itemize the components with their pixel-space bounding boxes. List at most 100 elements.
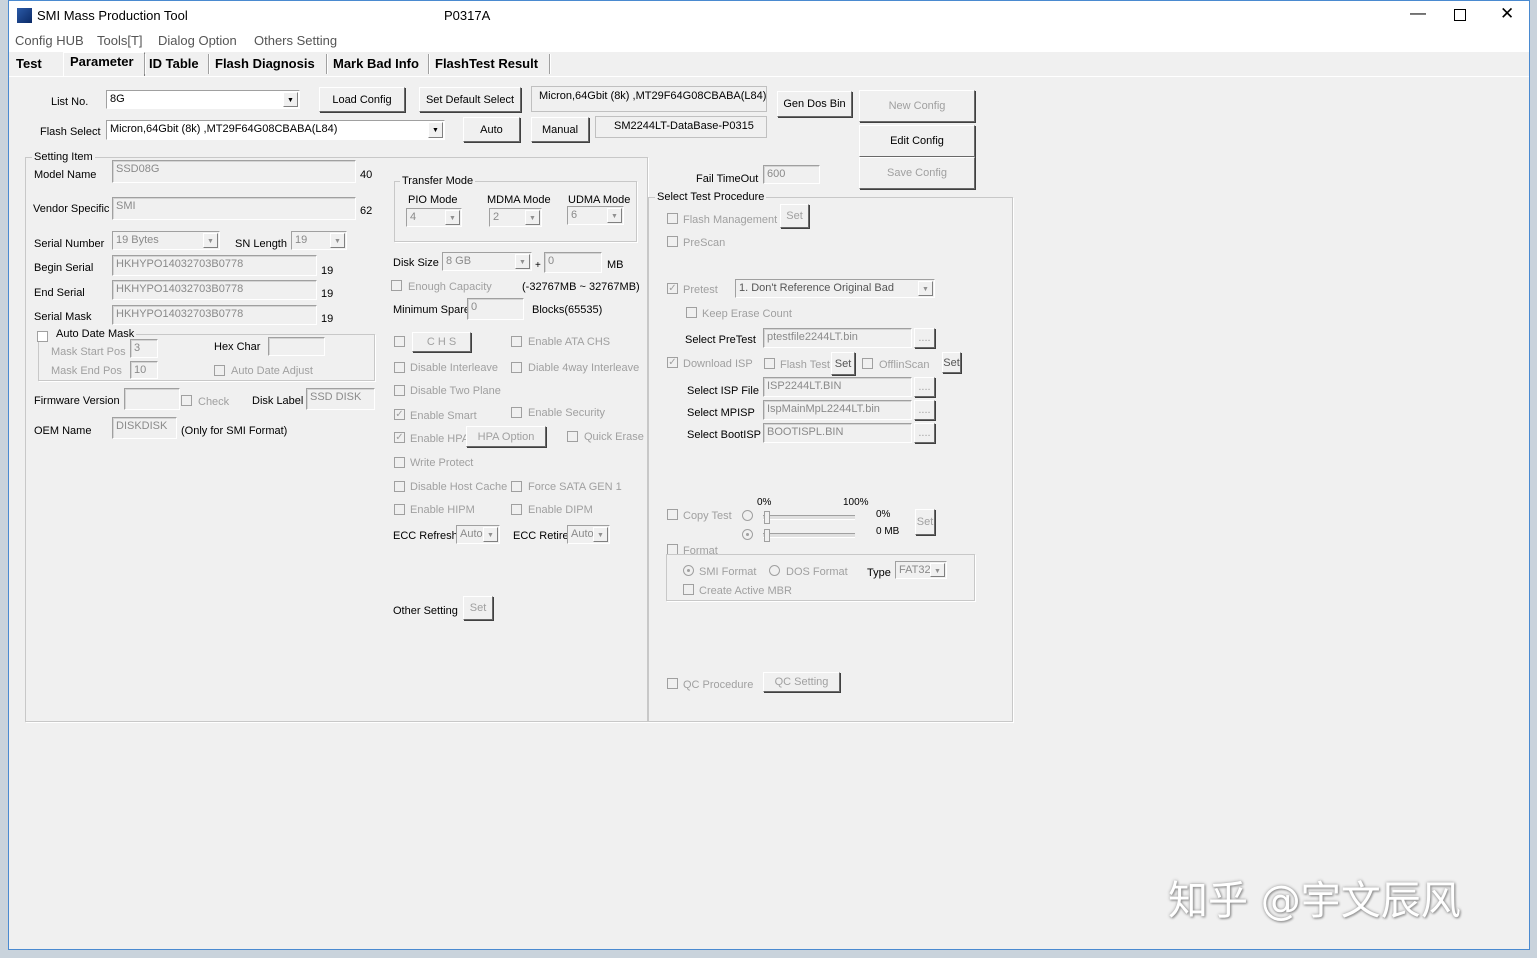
copy-test-set-button[interactable]: Set — [915, 509, 935, 535]
bootisp-input[interactable]: BOOTISPL.BIN — [763, 423, 912, 443]
offlinscan-label: OfflinScan — [879, 359, 930, 371]
copy-test-checkbox[interactable] — [667, 509, 678, 520]
hpa-option-button[interactable]: HPA Option — [466, 426, 546, 447]
new-config-button[interactable]: New Config — [859, 90, 975, 122]
disable-two-plane-checkbox[interactable] — [394, 385, 405, 396]
tab-test[interactable]: Test — [16, 56, 42, 71]
qc-procedure-checkbox[interactable] — [667, 678, 678, 689]
copy-mb-slider[interactable] — [763, 533, 855, 538]
keep-erase-count-checkbox[interactable] — [686, 307, 697, 318]
enable-security-checkbox[interactable] — [511, 407, 522, 418]
pretest-browse-button[interactable]: .... — [914, 328, 935, 348]
enable-ata-chs-checkbox[interactable] — [511, 336, 522, 347]
force-sata-checkbox[interactable] — [511, 481, 522, 492]
chs-button[interactable]: C H S — [412, 332, 471, 352]
firmware-version-input[interactable] — [124, 388, 180, 410]
isp-browse-button[interactable]: .... — [914, 377, 935, 397]
end-serial-input[interactable]: HKHYPO14032703B0778 — [112, 280, 317, 300]
edit-config-button[interactable]: Edit Config — [859, 125, 975, 157]
slider-thumb[interactable] — [764, 511, 770, 524]
flash-test-set-button[interactable]: Set — [831, 352, 855, 375]
chs-checkbox[interactable] — [394, 336, 405, 347]
mpisp-input[interactable]: IspMainMpL2244LT.bin — [763, 400, 912, 420]
quick-erase-checkbox[interactable] — [567, 431, 578, 442]
copy-mb-radio[interactable] — [742, 529, 753, 540]
vendor-specific-input[interactable]: SMI — [112, 197, 356, 220]
tab-flash-diagnosis[interactable]: Flash Diagnosis — [215, 56, 315, 71]
close-button[interactable]: ✕ — [1500, 4, 1514, 24]
flash-management-checkbox[interactable] — [667, 213, 678, 224]
minimize-button[interactable]: — — [1410, 5, 1426, 23]
ecc-retire-select[interactable]: Auto ▼ — [567, 525, 610, 544]
create-active-mbr-checkbox[interactable] — [683, 584, 694, 595]
enough-capacity-checkbox[interactable] — [391, 280, 402, 291]
menu-config-hub[interactable]: Config HUB — [15, 34, 84, 48]
flash-test-checkbox[interactable] — [764, 358, 775, 369]
minimum-spare-input[interactable]: 0 — [467, 298, 524, 320]
udma-mode-select[interactable]: 6 ▼ — [567, 206, 624, 225]
fail-timeout-input[interactable]: 600 — [763, 165, 820, 184]
mask-start-input[interactable]: 3 — [130, 339, 158, 358]
prescan-checkbox[interactable] — [667, 236, 678, 247]
tab-mark-bad-info[interactable]: Mark Bad Info — [333, 56, 419, 71]
model-name-input[interactable]: SSD08G — [112, 160, 356, 183]
tab-id-table[interactable]: ID Table — [149, 56, 199, 71]
pretest-select[interactable]: 1. Don't Reference Original Bad ▼ — [735, 279, 935, 298]
disable-host-cache-checkbox[interactable] — [394, 481, 405, 492]
auto-date-adjust-checkbox[interactable] — [214, 365, 225, 376]
check-checkbox[interactable] — [181, 395, 192, 406]
sn-length-select[interactable]: 19 ▼ — [291, 231, 347, 250]
copy-percent-slider[interactable] — [763, 515, 855, 520]
dos-format-radio[interactable] — [769, 565, 780, 576]
oem-name-input[interactable]: DISKDISK — [112, 417, 177, 439]
mask-end-input[interactable]: 10 — [130, 361, 158, 379]
set-default-select-button[interactable]: Set Default Select — [419, 87, 521, 112]
auto-button[interactable]: Auto — [463, 117, 520, 142]
tab-parameter[interactable]: Parameter — [70, 54, 134, 69]
flash-select[interactable]: Micron,64Gbit (8k) ,MT29F64G08CBABA(L84)… — [106, 120, 445, 140]
menu-others-setting[interactable]: Others Setting — [254, 34, 337, 48]
menu-tools[interactable]: Tools[T] — [97, 34, 143, 48]
download-isp-checkbox[interactable]: ✓ — [667, 357, 678, 368]
slider-thumb[interactable] — [764, 529, 770, 542]
disk-label-input[interactable]: SSD DISK — [306, 388, 375, 410]
qc-setting-button[interactable]: QC Setting — [763, 672, 840, 692]
bootisp-browse-button[interactable]: .... — [914, 423, 935, 443]
disk-size-extra-input[interactable]: 0 — [544, 252, 602, 273]
diable-4way-checkbox[interactable] — [511, 362, 522, 373]
save-config-button[interactable]: Save Config — [859, 157, 975, 189]
pretest-file-input[interactable]: ptestfile2244LT.bin — [763, 328, 912, 348]
copy-percent-radio[interactable] — [742, 510, 753, 521]
auto-date-mask-checkbox[interactable] — [37, 331, 48, 342]
write-protect-checkbox[interactable] — [394, 457, 405, 468]
serial-number-select[interactable]: 19 Bytes ▼ — [112, 231, 220, 250]
enable-hipm-checkbox[interactable] — [394, 504, 405, 515]
flash-management-set-button[interactable]: Set — [780, 204, 809, 228]
list-no-select[interactable]: 8G ▼ — [106, 90, 300, 109]
maximize-button[interactable] — [1454, 9, 1466, 21]
tab-flashtest-result[interactable]: FlashTest Result — [435, 56, 538, 71]
enable-hpa-checkbox[interactable]: ✓ — [394, 432, 405, 443]
gen-dos-bin-button[interactable]: Gen Dos Bin — [777, 91, 852, 117]
load-config-button[interactable]: Load Config — [319, 87, 405, 112]
hex-char-input[interactable] — [268, 337, 325, 356]
serial-mask-input[interactable]: HKHYPO14032703B0778 — [112, 305, 317, 325]
mdma-mode-select[interactable]: 2 ▼ — [489, 208, 542, 227]
pio-mode-select[interactable]: 4 ▼ — [406, 208, 462, 227]
format-type-select[interactable]: FAT32 ▼ — [895, 561, 947, 579]
offlinscan-checkbox[interactable] — [862, 358, 873, 369]
manual-button[interactable]: Manual — [531, 117, 589, 142]
disable-interleave-checkbox[interactable] — [394, 362, 405, 373]
enable-smart-checkbox[interactable]: ✓ — [394, 409, 405, 420]
begin-serial-input[interactable]: HKHYPO14032703B0778 — [112, 255, 317, 276]
menu-dialog-option[interactable]: Dialog Option — [158, 34, 237, 48]
pretest-checkbox[interactable]: ✓ — [667, 283, 678, 294]
disk-size-select[interactable]: 8 GB ▼ — [442, 252, 532, 271]
enable-dipm-checkbox[interactable] — [511, 504, 522, 515]
isp-file-input[interactable]: ISP2244LT.BIN — [763, 377, 912, 397]
offlinscan-set-button[interactable]: Set — [942, 352, 961, 373]
other-setting-set-button[interactable]: Set — [463, 596, 493, 620]
smi-format-radio[interactable] — [683, 565, 694, 576]
ecc-refresh-select[interactable]: Auto ▼ — [456, 525, 500, 544]
mpisp-browse-button[interactable]: .... — [914, 400, 935, 420]
